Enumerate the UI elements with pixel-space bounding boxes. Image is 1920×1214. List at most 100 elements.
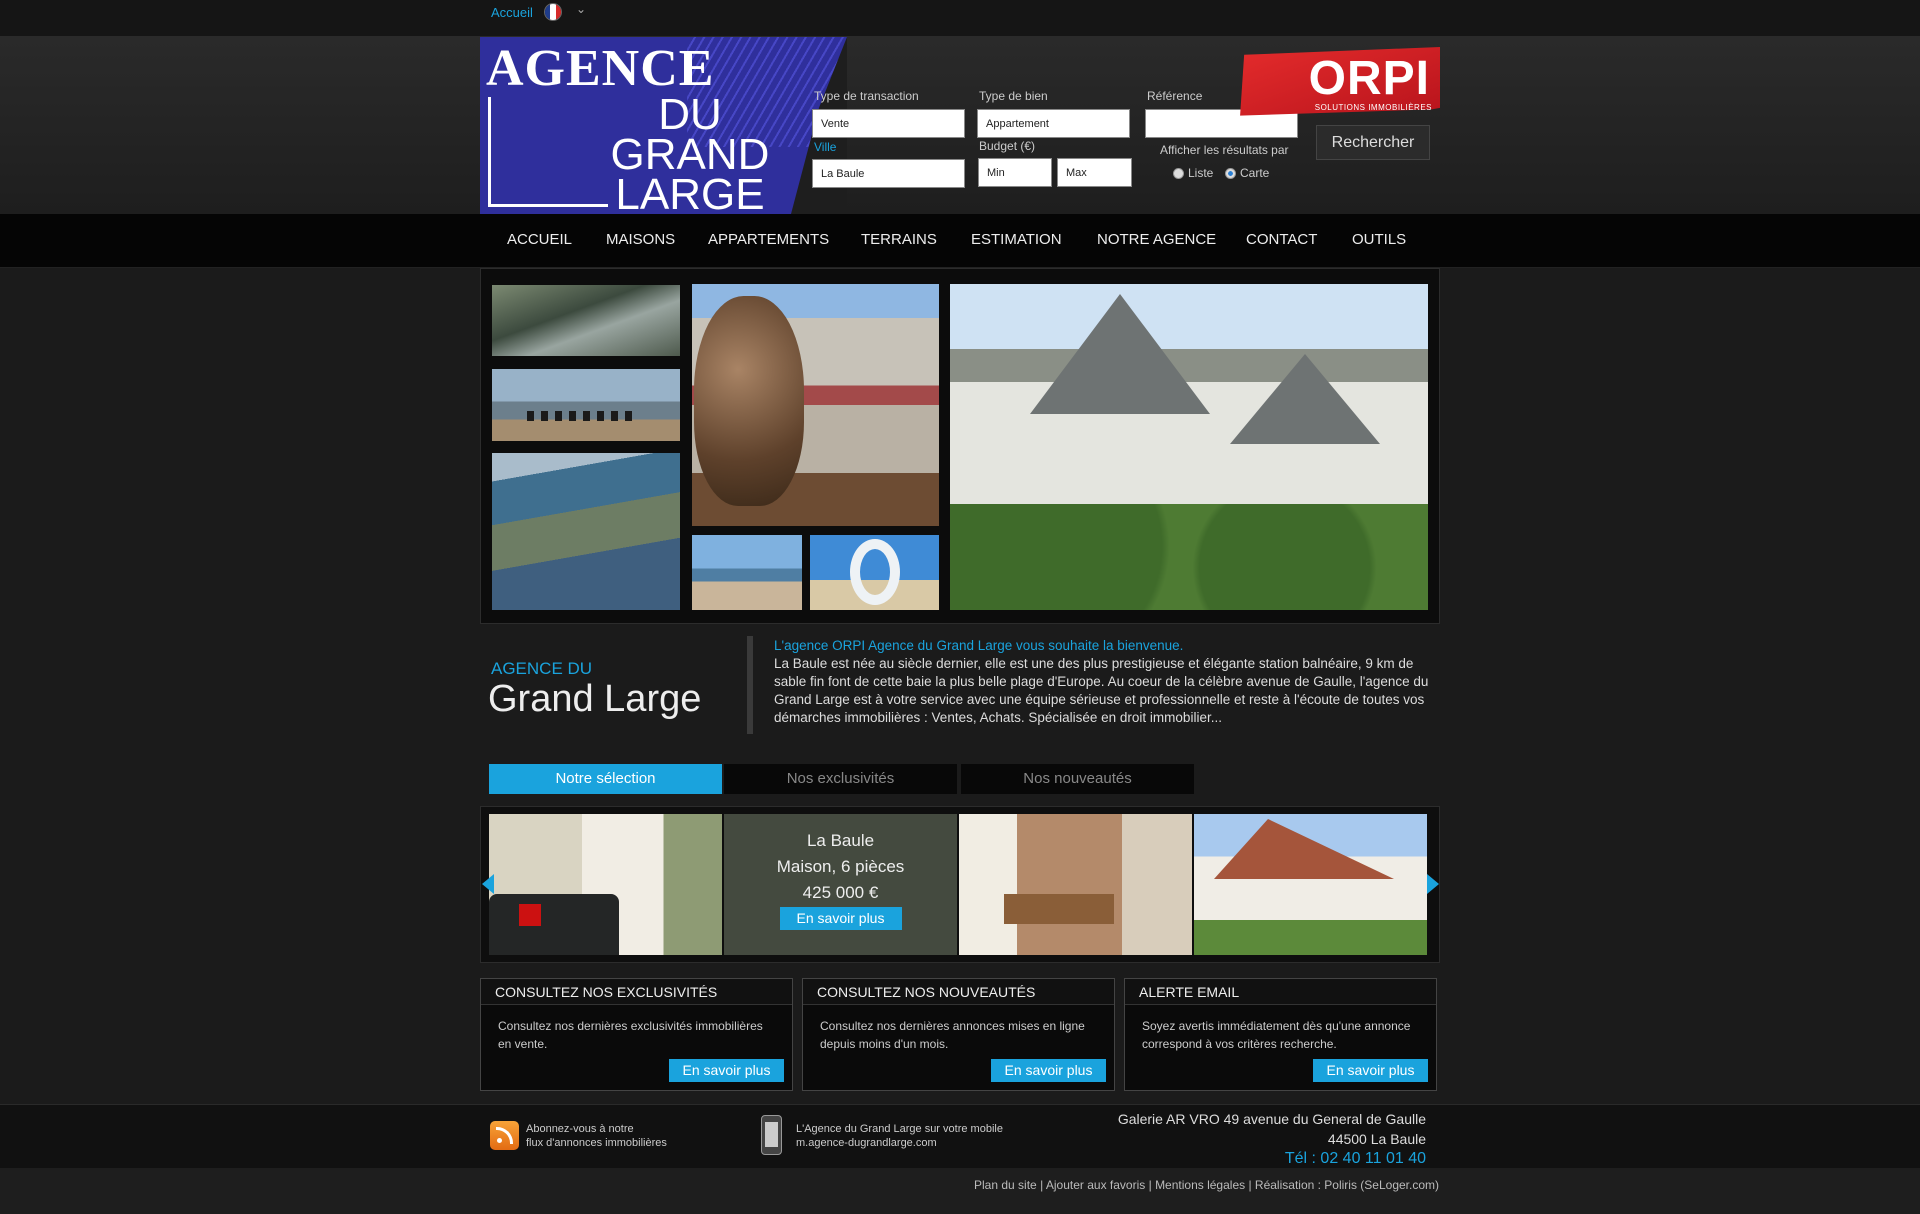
villa-roof-left bbox=[1030, 294, 1210, 414]
carousel-prev-icon[interactable] bbox=[482, 874, 494, 894]
box-exclusivites: CONSULTEZ NOS EXCLUSIVITÉS Consultez nos… bbox=[480, 978, 793, 1091]
table-shape bbox=[1004, 894, 1114, 924]
intro-text: L'agence ORPI Agence du Grand Large vous… bbox=[774, 637, 1430, 727]
tab-nos-nouveautes[interactable]: Nos nouveautés bbox=[961, 764, 1194, 794]
logo-line-du: DU bbox=[658, 90, 722, 139]
cushion-shape bbox=[519, 904, 541, 926]
featured-type: Maison, 6 pièces bbox=[776, 857, 905, 876]
property-type-label: Type de bien bbox=[979, 89, 1048, 103]
intro-body: La Baule est née au siècle dernier, elle… bbox=[774, 656, 1429, 725]
house-roof-shape bbox=[1214, 819, 1394, 879]
photo-villa[interactable] bbox=[950, 284, 1428, 610]
address-line1: Galerie AR VRO 49 avenue du General de G… bbox=[1117, 1111, 1426, 1127]
intro-welcome: L'agence ORPI Agence du Grand Large vous… bbox=[774, 638, 1184, 653]
statue-shape bbox=[694, 296, 804, 506]
mobile-text-line1: L'Agence du Grand Large sur votre mobile bbox=[796, 1123, 1003, 1135]
radio-list-icon bbox=[1173, 168, 1184, 179]
box-alerte-button[interactable]: En savoir plus bbox=[1313, 1059, 1428, 1082]
link-realisation[interactable]: Réalisation : Poliris (SeLoger.com) bbox=[1255, 1178, 1439, 1192]
box-nouveautes-text: Consultez nos dernières annonces mises e… bbox=[820, 1019, 1085, 1051]
main-nav: ACCUEIL MAISONS APPARTEMENTS TERRAINS ES… bbox=[0, 214, 1920, 268]
logo-words: DU GRAND LARGE bbox=[575, 90, 805, 215]
featured-price: 425 000 € bbox=[802, 883, 879, 902]
box-alerte-text: Soyez avertis immédiatement dès qu'une a… bbox=[1142, 1019, 1411, 1051]
carousel-item-dining-room[interactable] bbox=[959, 814, 1192, 955]
city-input[interactable]: La Baule bbox=[812, 159, 965, 188]
radio-map-label: Carte bbox=[1240, 166, 1270, 180]
nav-outils[interactable]: OUTILS bbox=[1352, 231, 1406, 248]
orpi-logo[interactable]: ORPI SOLUTIONS IMMOBILIÈRES bbox=[1236, 47, 1440, 125]
rss-text[interactable]: Abonnez-vous à notre flux d'annonces imm… bbox=[526, 1122, 667, 1150]
box-exclusivites-title: CONSULTEZ NOS EXCLUSIVITÉS bbox=[481, 979, 792, 1005]
home-link[interactable]: Accueil bbox=[491, 5, 533, 20]
link-ajouter-favoris[interactable]: Ajouter aux favoris bbox=[1046, 1178, 1145, 1192]
budget-label: Budget (€) bbox=[979, 139, 1036, 153]
nav-contact[interactable]: CONTACT bbox=[1246, 231, 1317, 248]
nav-terrains[interactable]: TERRAINS bbox=[861, 231, 937, 248]
villa-roof-right bbox=[1230, 354, 1380, 444]
featured-property: La Baule Maison, 6 pièces 425 000 € En s… bbox=[724, 814, 957, 955]
reference-label: Référence bbox=[1147, 89, 1203, 103]
intro-title-large: Grand Large bbox=[488, 678, 702, 720]
lifebuoy-shape bbox=[850, 539, 900, 605]
villa-bushes bbox=[950, 504, 1428, 610]
logo-line-grand: GRAND bbox=[610, 130, 770, 179]
nav-accueil[interactable]: ACCUEIL bbox=[507, 231, 572, 248]
mobile-phone-icon[interactable] bbox=[761, 1115, 782, 1155]
photo-salt-marshes[interactable] bbox=[492, 285, 680, 356]
rss-icon[interactable] bbox=[490, 1121, 519, 1150]
bottom-links: Plan du site | Ajouter aux favoris | Men… bbox=[974, 1178, 1439, 1192]
header: AGENCE DU GRAND LARGE Type de transactio… bbox=[0, 37, 1920, 214]
intro-title-small: AGENCE DU bbox=[491, 659, 593, 678]
chevron-down-icon[interactable]: ⌄ bbox=[576, 2, 586, 16]
photo-lifebuoy[interactable] bbox=[810, 535, 939, 610]
budget-max-input[interactable]: Max bbox=[1057, 158, 1132, 187]
box-exclusivites-text: Consultez nos dernières exclusivités imm… bbox=[498, 1019, 763, 1051]
link-plan-du-site[interactable]: Plan du site bbox=[974, 1178, 1037, 1192]
top-bar: Accueil ⌄ bbox=[0, 0, 1920, 37]
rss-text-line2: flux d'annonces immobilières bbox=[526, 1137, 667, 1149]
budget-min-input[interactable]: Min bbox=[978, 158, 1052, 187]
mobile-text[interactable]: L'Agence du Grand Large sur votre mobile… bbox=[796, 1122, 1003, 1150]
intro-divider bbox=[747, 636, 753, 734]
transaction-type-select[interactable]: Vente bbox=[812, 109, 965, 138]
box-alerte-email: ALERTE EMAIL Soyez avertis immédiatement… bbox=[1124, 978, 1437, 1091]
french-flag-icon[interactable] bbox=[544, 3, 562, 21]
radio-map-icon bbox=[1225, 168, 1236, 179]
nav-maisons[interactable]: MAISONS bbox=[606, 231, 675, 248]
phone-number[interactable]: Tél : 02 40 11 01 40 bbox=[1060, 1149, 1426, 1169]
bottom-bar: Plan du site | Ajouter aux favoris | Men… bbox=[0, 1168, 1920, 1214]
nav-estimation[interactable]: ESTIMATION bbox=[971, 231, 1062, 248]
featured-city: La Baule bbox=[806, 831, 875, 850]
property-type-select[interactable]: Appartement bbox=[977, 109, 1130, 138]
logo-line-large: LARGE bbox=[615, 170, 765, 215]
tab-nos-exclusivites[interactable]: Nos exclusivités bbox=[724, 764, 957, 794]
transaction-type-label: Type de transaction bbox=[814, 89, 919, 103]
tab-notre-selection[interactable]: Notre sélection bbox=[489, 764, 722, 794]
orpi-tagline: SOLUTIONS IMMOBILIÈRES bbox=[1314, 103, 1432, 112]
photo-beach[interactable] bbox=[692, 535, 802, 610]
nav-notre-agence[interactable]: NOTRE AGENCE bbox=[1097, 231, 1216, 248]
carousel-item-living-room[interactable] bbox=[489, 814, 722, 955]
carousel-next-icon[interactable] bbox=[1427, 874, 1439, 894]
sofa-shape bbox=[489, 894, 619, 955]
radio-list[interactable]: Liste bbox=[1173, 166, 1213, 180]
featured-more-button[interactable]: En savoir plus bbox=[779, 907, 902, 930]
city-label: Ville bbox=[814, 140, 837, 154]
search-button[interactable]: Rechercher bbox=[1316, 125, 1430, 160]
mobile-text-line2: m.agence-dugrandlarge.com bbox=[796, 1137, 937, 1149]
radio-map[interactable]: Carte bbox=[1225, 166, 1269, 180]
address-line2: 44500 La Baule bbox=[1327, 1131, 1426, 1147]
box-nouveautes-title: CONSULTEZ NOS NOUVEAUTÉS bbox=[803, 979, 1114, 1005]
box-exclusivites-button[interactable]: En savoir plus bbox=[669, 1059, 784, 1082]
photo-beach-horses[interactable] bbox=[492, 369, 680, 441]
box-nouveautes-button[interactable]: En savoir plus bbox=[991, 1059, 1106, 1082]
agency-logo[interactable]: AGENCE DU GRAND LARGE bbox=[480, 37, 847, 214]
photo-statue-casino[interactable] bbox=[692, 284, 939, 526]
agency-address: Galerie AR VRO 49 avenue du General de G… bbox=[1060, 1109, 1426, 1169]
link-mentions-legales[interactable]: Mentions légales bbox=[1155, 1178, 1245, 1192]
nav-appartements[interactable]: APPARTEMENTS bbox=[708, 231, 829, 248]
photo-aerial-coast[interactable] bbox=[492, 453, 680, 610]
box-nouveautes: CONSULTEZ NOS NOUVEAUTÉS Consultez nos d… bbox=[802, 978, 1115, 1091]
carousel-item-house[interactable] bbox=[1194, 814, 1427, 955]
